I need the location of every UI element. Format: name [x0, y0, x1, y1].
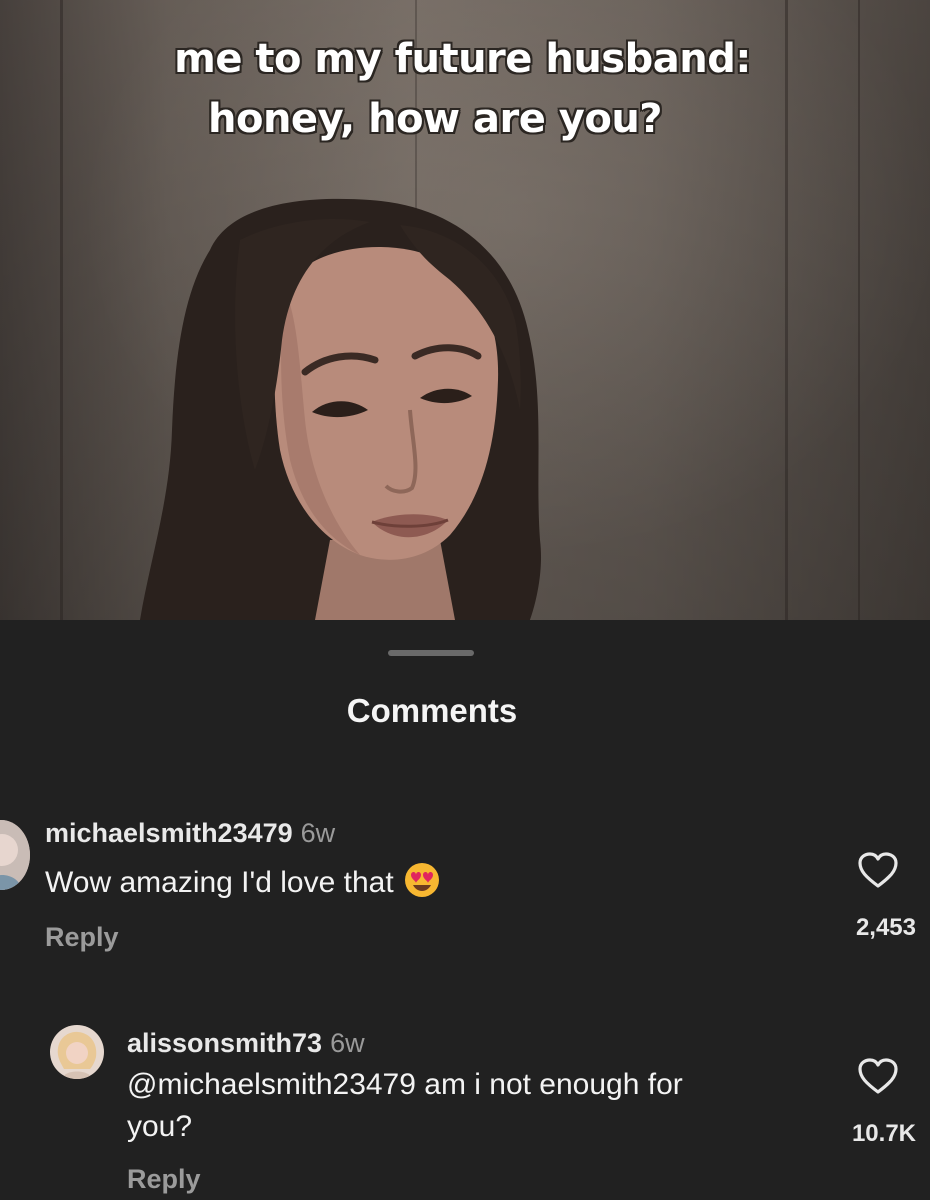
comments-sheet: Comments michaelsmith23479 6w Wow amazing…: [0, 620, 930, 1200]
comment-item: alissonsmith73 6w @michaelsmith23479 am i…: [0, 620, 930, 1200]
video-caption-line-1: me to my future husband:: [174, 36, 751, 82]
heart-outline-icon[interactable]: [856, 1056, 900, 1096]
like-count: 10.7K: [851, 1120, 916, 1147]
avatar[interactable]: [50, 1025, 104, 1079]
comment-header: alissonsmith73 6w: [127, 1028, 365, 1059]
person-illustration: [140, 198, 542, 620]
comment-text-line-2: you?: [127, 1110, 193, 1143]
reply-button[interactable]: Reply: [127, 1164, 201, 1195]
username[interactable]: alissonsmith73: [127, 1028, 322, 1058]
comment-text-line-1: @michaelsmith23479 am i not enough for: [127, 1068, 683, 1101]
comment-time: 6w: [330, 1028, 365, 1058]
video-frame[interactable]: me to my future husband: honey, how are …: [0, 0, 930, 620]
video-caption-line-2: honey, how are you?: [208, 96, 663, 142]
